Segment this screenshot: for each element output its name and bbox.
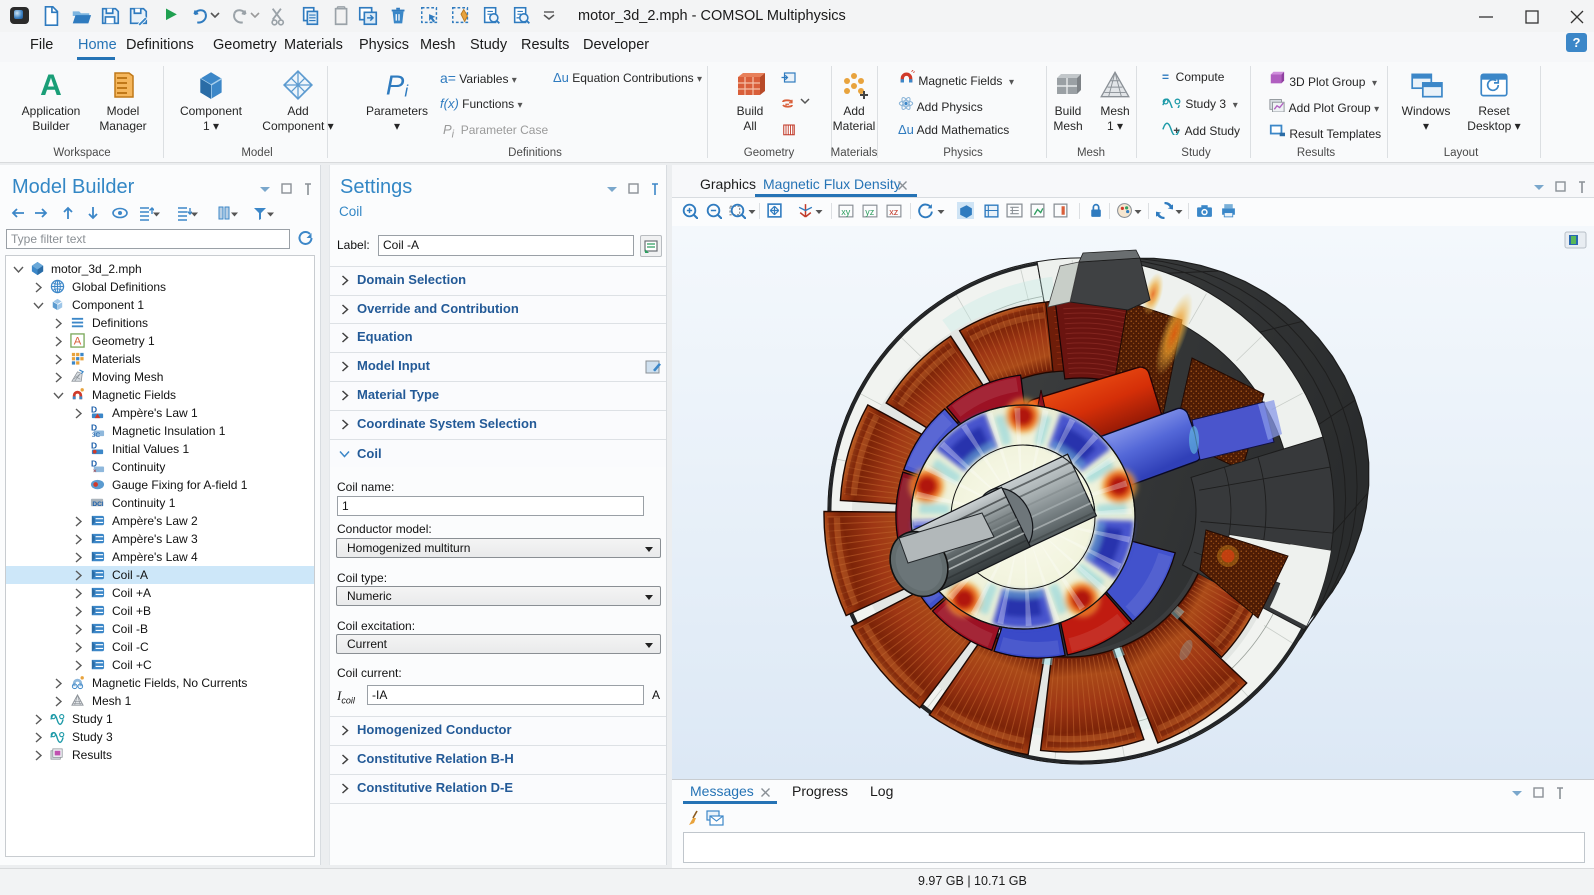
- svg-text:D: D: [91, 441, 97, 451]
- svg-text:A: A: [74, 336, 82, 348]
- svg-text:A: A: [40, 69, 62, 102]
- svg-text:xy: xy: [841, 207, 851, 217]
- svg-text:3C: 3C: [92, 432, 101, 438]
- svg-text:Pi: Pi: [386, 70, 409, 101]
- svg-text:×: ×: [93, 468, 97, 474]
- svg-text:D: D: [91, 405, 97, 415]
- svg-text:yz: yz: [865, 207, 875, 217]
- svg-text:xz: xz: [889, 207, 899, 217]
- svg-text:DCl: DCl: [92, 501, 103, 508]
